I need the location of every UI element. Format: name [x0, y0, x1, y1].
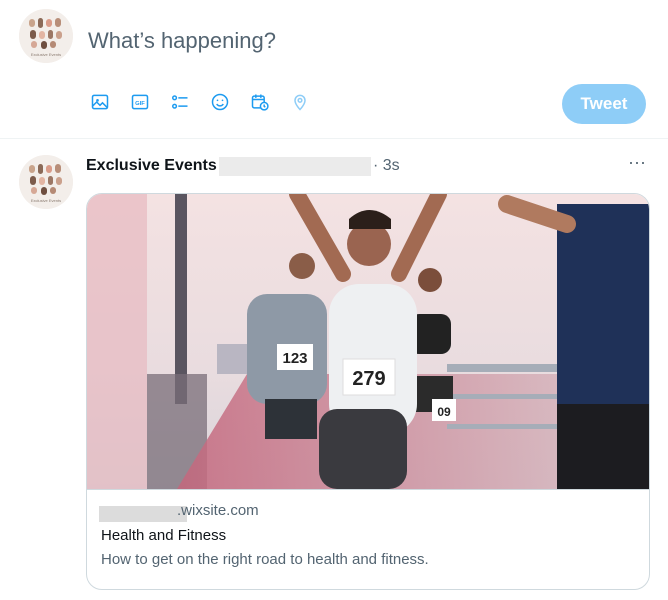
schedule-icon[interactable] — [248, 90, 272, 114]
link-preview-card[interactable]: 123 09 279 .wixsite.com Health and Fitne… — [86, 193, 650, 590]
tweet-button[interactable]: Tweet — [562, 84, 646, 124]
runners-photo: 123 09 279 — [87, 194, 649, 489]
redacted-domain — [99, 506, 187, 522]
svg-text:09: 09 — [437, 405, 451, 419]
card-domain: .wixsite.com — [177, 502, 259, 519]
card-description: How to get on the right road to health a… — [101, 551, 429, 568]
avatar-logo-icon: Exclusive Events — [19, 9, 73, 63]
emoji-icon[interactable] — [208, 90, 232, 114]
composer-toolbar: GIF — [88, 90, 328, 118]
composer-divider — [0, 138, 668, 139]
compose-tweet-input[interactable] — [88, 24, 548, 58]
card-meta: .wixsite.com Health and Fitness How to g… — [87, 489, 649, 589]
more-options-icon[interactable]: ··· — [622, 152, 652, 176]
tweet-timestamp[interactable]: · 3s — [373, 157, 400, 175]
location-icon[interactable] — [288, 90, 312, 114]
svg-text:Exclusive Events: Exclusive Events — [31, 198, 61, 203]
poll-icon[interactable] — [168, 90, 192, 114]
tweet-author-name[interactable]: Exclusive Events — [86, 157, 217, 175]
tweet-avatar[interactable]: Exclusive Events — [19, 155, 73, 209]
avatar-logo-icon: Exclusive Events — [19, 155, 73, 209]
composer-avatar[interactable]: Exclusive Events — [19, 9, 73, 63]
card-title: Health and Fitness — [101, 527, 227, 544]
redacted-handle — [219, 157, 371, 176]
svg-text:Exclusive Events: Exclusive Events — [31, 52, 61, 57]
svg-text:123: 123 — [282, 350, 307, 367]
image-icon[interactable] — [88, 90, 112, 114]
svg-text:GIF: GIF — [135, 101, 145, 107]
svg-text:279: 279 — [352, 368, 385, 390]
gif-icon[interactable]: GIF — [128, 90, 152, 114]
